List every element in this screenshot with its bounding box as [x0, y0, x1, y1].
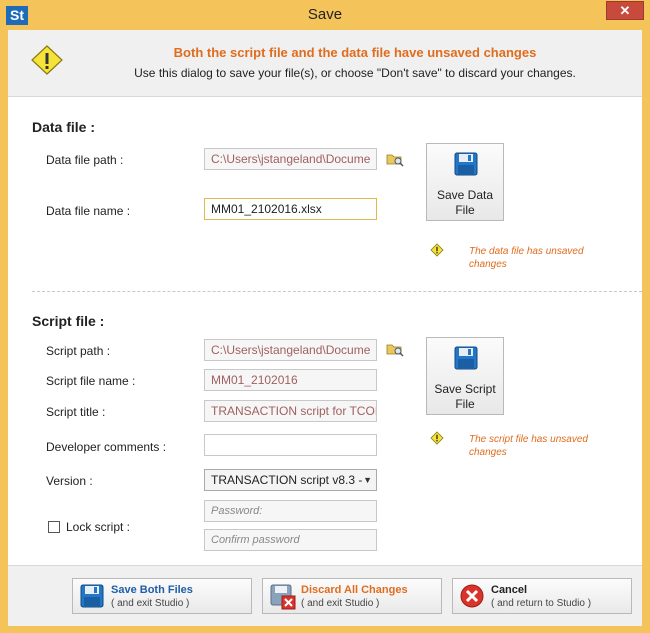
discard-floppy-icon	[270, 584, 296, 610]
data-file-warning-text: The data file has unsaved changes	[469, 246, 584, 270]
version-select-value: TRANSACTION script v8.3 -	[211, 473, 363, 487]
data-file-section-title: Data file :	[32, 119, 96, 135]
lock-script-checkbox[interactable]	[48, 521, 60, 533]
header-title: Both the script file and the data file h…	[173, 45, 537, 60]
discard-all-changes-sub: ( and exit Studio )	[301, 598, 380, 609]
script-title-label: Script title :	[46, 405, 106, 419]
save-script-file-label: Save Script File	[434, 382, 496, 411]
save-both-files-sub: ( and exit Studio )	[111, 598, 190, 609]
browse-script-folder-icon[interactable]	[386, 341, 404, 357]
cancel-sub: ( and return to Studio )	[491, 598, 592, 609]
floppy-disk-icon	[454, 346, 478, 370]
save-both-files-button[interactable]: Save Both Files ( and exit Studio )	[72, 578, 252, 614]
close-button[interactable]: ✕	[606, 1, 644, 20]
save-data-file-label: Save Data File	[436, 188, 494, 217]
data-file-path-field[interactable]: C:\Users\jstangeland\Docume	[204, 148, 377, 170]
script-file-section-title: Script file :	[32, 313, 105, 329]
script-warning-icon	[430, 431, 444, 445]
data-warning-icon	[430, 243, 444, 257]
browse-folder-icon[interactable]	[386, 151, 404, 167]
warning-icon	[31, 45, 63, 75]
script-file-name-field[interactable]: MM01_2102016	[204, 369, 377, 391]
script-file-warning-text: The script file has unsaved changes	[469, 434, 588, 458]
cancel-icon	[460, 584, 484, 608]
floppy-disk-icon	[454, 152, 478, 176]
cancel-button[interactable]: Cancel ( and return to Studio )	[452, 578, 632, 614]
discard-all-changes-button[interactable]: Discard All Changes ( and exit Studio )	[262, 578, 442, 614]
lock-script-label: Lock script :	[66, 520, 131, 534]
developer-comments-input[interactable]	[204, 434, 377, 456]
save-script-file-button[interactable]: Save Script File	[426, 337, 504, 415]
password-input[interactable]: Password:	[204, 500, 377, 522]
data-file-path-label: Data file path :	[46, 153, 124, 167]
script-file-name-label: Script file name :	[46, 374, 136, 388]
window-title: Save	[307, 6, 343, 23]
save-data-file-button[interactable]: Save Data File	[426, 143, 504, 221]
header-subtitle: Use this dialog to save your file(s), or…	[134, 66, 576, 80]
cancel-label: Cancel	[491, 584, 528, 596]
dialog-content: Both the script file and the data file h…	[8, 30, 642, 626]
version-label: Version :	[46, 474, 93, 488]
section-divider	[32, 291, 642, 292]
version-select[interactable]: TRANSACTION script v8.3 - ▼	[204, 469, 377, 491]
developer-comments-label: Developer comments :	[46, 440, 167, 454]
title-bar[interactable]: St Save ✕	[0, 0, 650, 30]
script-title-field[interactable]: TRANSACTION script for TCOI	[204, 400, 377, 422]
discard-all-changes-label: Discard All Changes	[301, 584, 408, 596]
save-both-files-label: Save Both Files	[111, 584, 193, 596]
chevron-down-icon: ▼	[363, 475, 372, 485]
script-path-field[interactable]: C:\Users\jstangeland\Docume	[204, 339, 377, 361]
script-path-label: Script path :	[46, 344, 111, 358]
confirm-password-input[interactable]: Confirm password	[204, 529, 377, 551]
dialog-footer: Save Both Files ( and exit Studio ) Disc…	[8, 565, 642, 626]
save-dialog-window: St Save ✕ Both the script file and the d…	[0, 0, 650, 633]
data-file-name-input[interactable]: MM01_2102016.xlsx	[204, 198, 377, 220]
dialog-header: Both the script file and the data file h…	[8, 30, 642, 97]
floppy-disk-icon	[80, 584, 104, 608]
data-file-name-label: Data file name :	[46, 204, 131, 218]
